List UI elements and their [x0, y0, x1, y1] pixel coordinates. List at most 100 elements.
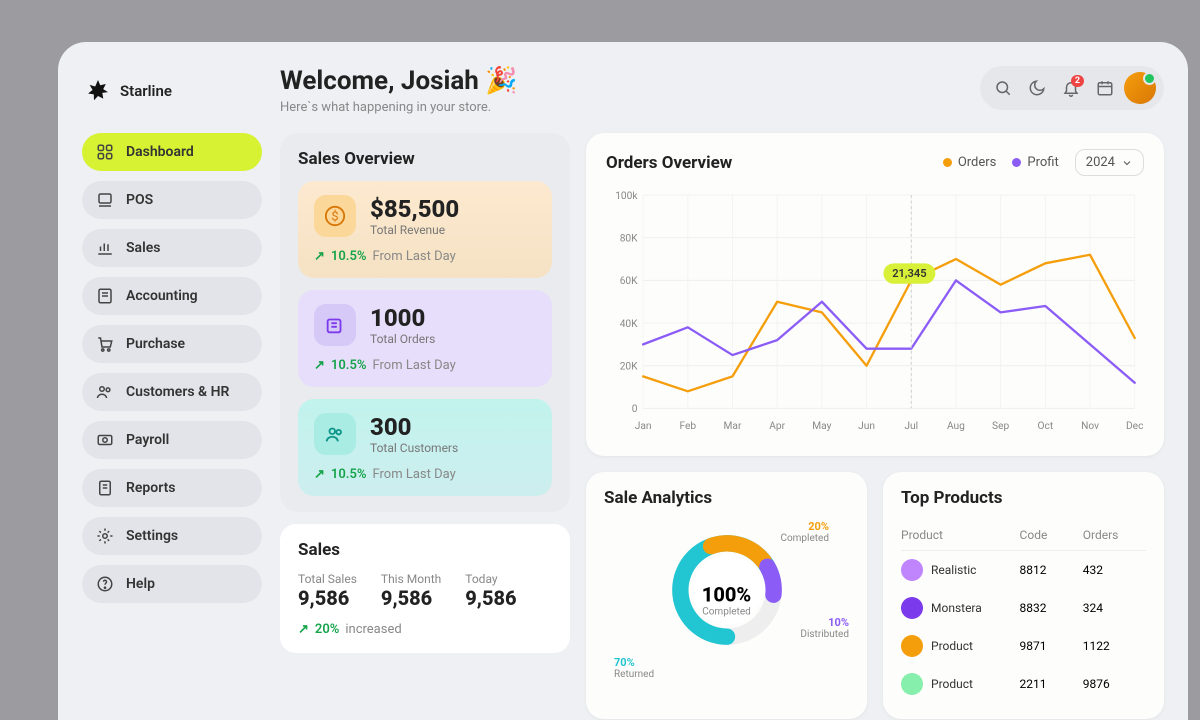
moon-icon	[1028, 79, 1046, 97]
svg-text:80K: 80K	[620, 233, 638, 244]
trend-up-icon: ↗	[314, 467, 325, 482]
svg-text:May: May	[812, 421, 831, 432]
theme-toggle[interactable]	[1022, 73, 1052, 103]
orders-value: 1000	[370, 304, 435, 332]
settings-icon	[96, 527, 114, 545]
sidebar-item-sales[interactable]: Sales	[82, 229, 262, 267]
year-select[interactable]: 2024	[1075, 149, 1144, 176]
sales-delta: 20%	[315, 622, 339, 637]
svg-text:$: $	[331, 210, 338, 225]
dollar-icon: $	[314, 195, 356, 237]
table-row[interactable]: Monstera8832324	[901, 589, 1146, 627]
stat-orders: 1000 Total Orders ↗ 10.5% From Last Day	[298, 290, 552, 387]
revenue-value: $85,500	[370, 195, 459, 223]
help-icon	[96, 575, 114, 593]
svg-text:Feb: Feb	[679, 421, 696, 432]
trend-up-icon: ↗	[298, 622, 309, 637]
payroll-icon	[96, 431, 114, 449]
sidebar-item-label: Payroll	[126, 432, 169, 448]
sales-overview-title: Sales Overview	[298, 149, 552, 169]
sales-metrics: Total Sales9,586This Month9,586Today9,58…	[298, 572, 552, 610]
sidebar-item-payroll[interactable]: Payroll	[82, 421, 262, 459]
accounting-icon	[96, 287, 114, 305]
chevron-down-icon	[1121, 157, 1133, 169]
calendar-button[interactable]	[1090, 73, 1120, 103]
sidebar-item-label: Dashboard	[126, 144, 194, 160]
sidebar-item-label: POS	[126, 192, 153, 208]
top-products-card: Top Products Product Code Orders Realist…	[883, 472, 1164, 719]
customers-value: 300	[370, 413, 458, 441]
sale-analytics-card: Sale Analytics 100% Completed	[586, 472, 867, 719]
sidebar-item-label: Customers & HR	[126, 384, 229, 400]
orders-icon	[314, 304, 356, 346]
sales-icon	[96, 239, 114, 257]
sale-analytics-title: Sale Analytics	[604, 488, 849, 508]
pos-icon	[96, 191, 114, 209]
customers-label: Total Customers	[370, 441, 458, 455]
customers-delta: 10.5%	[331, 467, 367, 482]
search-button[interactable]	[988, 73, 1018, 103]
trend-up-icon: ↗	[314, 249, 325, 264]
svg-text:Nov: Nov	[1081, 421, 1099, 432]
sidebar-item-settings[interactable]: Settings	[82, 517, 262, 555]
sidebar-item-help[interactable]: Help	[82, 565, 262, 603]
orders-chart: 020K40K60K80K100kJanFebMarAprMayJunJulAu…	[606, 176, 1144, 446]
sidebar-item-label: Reports	[126, 480, 176, 496]
orders-label: Total Orders	[370, 332, 435, 346]
customers-hr-icon	[96, 383, 114, 401]
products-header: Product Code Orders	[901, 520, 1146, 551]
top-products-title: Top Products	[901, 488, 1146, 508]
calendar-icon	[1096, 79, 1114, 97]
reports-icon	[96, 479, 114, 497]
products-body: Realistic8812432Monstera8832324Product98…	[901, 551, 1146, 703]
sales-box: Sales Total Sales9,586This Month9,586Tod…	[280, 524, 570, 653]
svg-text:20K: 20K	[620, 361, 638, 372]
avatar[interactable]	[1124, 72, 1156, 104]
svg-text:Aug: Aug	[947, 421, 965, 432]
svg-text:Oct: Oct	[1037, 421, 1053, 432]
legend-profit: Profit	[1012, 155, 1058, 170]
brand-starburst-icon	[86, 79, 110, 103]
sidebar-item-dashboard[interactable]: Dashboard	[82, 133, 262, 171]
stat-revenue: $ $85,500 Total Revenue ↗ 10.5% From Las…	[298, 181, 552, 278]
sidebar-item-purchase[interactable]: Purchase	[82, 325, 262, 363]
notification-badge: 2	[1071, 75, 1084, 87]
purchase-icon	[96, 335, 114, 353]
legend-orders: Orders	[943, 155, 997, 170]
sidebar-item-label: Accounting	[126, 288, 198, 304]
sales-box-title: Sales	[298, 540, 552, 560]
table-row[interactable]: Product98711122	[901, 627, 1146, 665]
revenue-delta: 10.5%	[331, 249, 367, 264]
dashboard-icon	[96, 143, 114, 161]
notifications-button[interactable]: 2	[1056, 73, 1086, 103]
svg-text:Jan: Jan	[635, 421, 652, 432]
svg-text:60K: 60K	[620, 276, 638, 287]
svg-text:Apr: Apr	[769, 421, 785, 432]
stat-customers: 300 Total Customers ↗ 10.5% From Last Da…	[298, 399, 552, 496]
svg-text:40K: 40K	[620, 319, 638, 330]
sidebar: Dashboard POS Sales Accounting Purchase Cust…	[82, 133, 262, 720]
sales-metric: This Month9,586	[381, 572, 441, 610]
sidebar-item-pos[interactable]: POS	[82, 181, 262, 219]
sales-metric: Today9,586	[465, 572, 516, 610]
svg-text:Dec: Dec	[1126, 421, 1143, 432]
orders-delta: 10.5%	[331, 358, 367, 373]
orders-overview-title: Orders Overview	[606, 153, 732, 173]
svg-text:Jul: Jul	[904, 421, 918, 432]
orders-overview-card: Orders Overview Orders Profit 2024 020K4…	[586, 133, 1164, 456]
brand: Starline	[82, 66, 262, 115]
svg-text:Jun: Jun	[858, 421, 875, 432]
sidebar-item-reports[interactable]: Reports	[82, 469, 262, 507]
sidebar-item-label: Settings	[126, 528, 178, 544]
sidebar-item-accounting[interactable]: Accounting	[82, 277, 262, 315]
search-icon	[994, 79, 1012, 97]
sidebar-item-label: Help	[126, 576, 155, 592]
sidebar-item-label: Purchase	[126, 336, 185, 352]
table-row[interactable]: Product22119876	[901, 665, 1146, 703]
donut-label-completed: 20% Completed	[780, 520, 829, 544]
trend-up-icon: ↗	[314, 358, 325, 373]
sidebar-item-customers-hr[interactable]: Customers & HR	[82, 373, 262, 411]
welcome-subtitle: Here`s what happening in your store.	[280, 100, 518, 115]
table-row[interactable]: Realistic8812432	[901, 551, 1146, 589]
welcome-title: Welcome, Josiah 🎉	[280, 66, 518, 96]
